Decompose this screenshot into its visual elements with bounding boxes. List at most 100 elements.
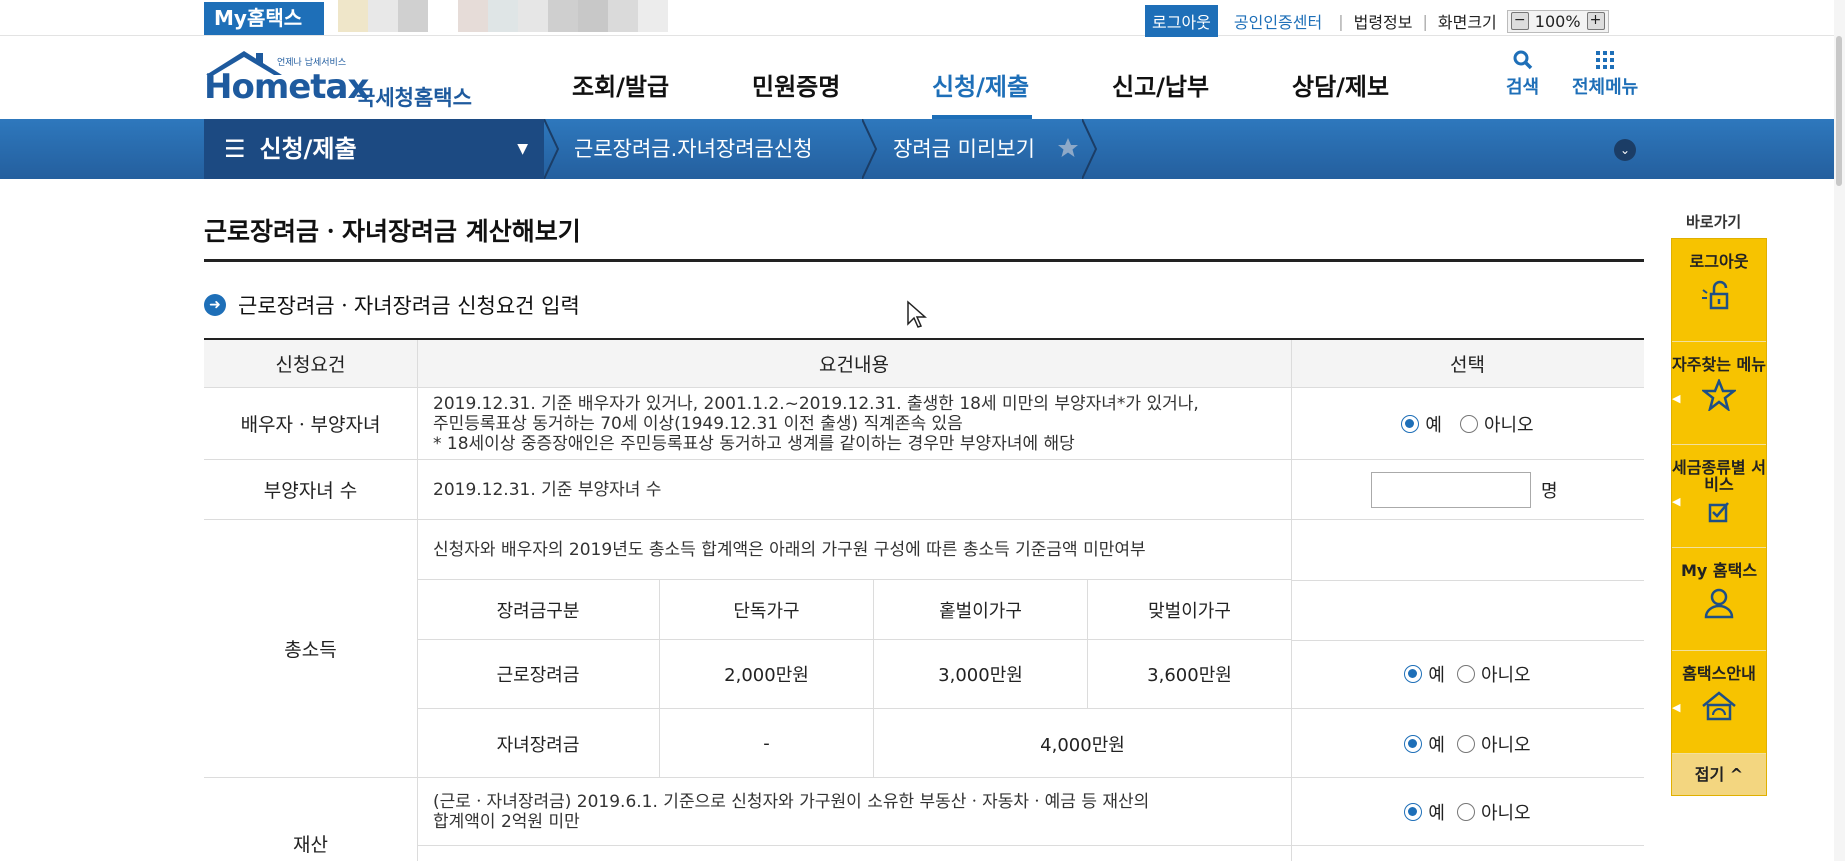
grid-icon: [1596, 51, 1615, 69]
arrow-left-icon: ◀: [1672, 495, 1681, 508]
cert-center-link[interactable]: 공인인증센터: [1228, 9, 1328, 33]
income-type-earned: 근로장려금: [417, 640, 659, 709]
logo-text: Hometax: [204, 67, 369, 107]
radio-label: 예: [1428, 665, 1445, 686]
quick-tax-services[interactable]: ◀ 세금종류별 서비스: [1672, 445, 1766, 548]
table-row-asset: 재산 (근로ㆍ자녀장려금) 2019.6.1. 기준으로 신청자와 가구원이 소…: [204, 778, 1644, 861]
my-hometax-link[interactable]: My홈택스: [204, 2, 324, 35]
breadcrumb-step2[interactable]: 장려금 미리보기: [893, 119, 1035, 179]
logout-button[interactable]: 로그아웃: [1145, 5, 1218, 37]
breadcrumb-step1[interactable]: 근로장려금.자녀장려금신청: [574, 119, 813, 179]
sub-header-one-earner: 홑벌이가구: [873, 580, 1087, 640]
row-divider: [1291, 580, 1644, 581]
income-earned-no-radio[interactable]: 아니오: [1456, 661, 1531, 687]
quick-logout-label: 로그아웃: [1689, 252, 1749, 271]
divider: |: [1338, 11, 1344, 31]
hometax-logo[interactable]: 언제나 납세서비스 Hometax 국세청홈택스: [204, 47, 484, 110]
site-header: 언제나 납세서비스 Hometax 국세청홈택스 조회/발급 민원증명 신청/제…: [0, 37, 1845, 119]
income-desc-text: 신청자와 배우자의 2019년도 총소득 합계액은 아래의 가구원 구성에 따른…: [433, 539, 1146, 560]
star-icon: [1702, 379, 1736, 411]
screen-size-label: 화면크기: [1437, 13, 1497, 32]
search-label: 검색: [1506, 77, 1540, 98]
asset-label: 재산: [204, 778, 417, 861]
radio-circle: [1404, 734, 1423, 753]
hamburger-icon: ☰: [224, 135, 246, 163]
radio-label: 예: [1428, 734, 1445, 756]
unlock-icon: [1702, 280, 1729, 310]
quick-fold-button[interactable]: 접기 ^: [1672, 754, 1766, 795]
spouse-desc-line3: * 18세이상 중증장애인은 주민등록표상 동거하고 생계를 같이하는 경우만 …: [433, 433, 1075, 454]
children-count-input[interactable]: [1371, 471, 1531, 508]
spouse-yes-radio[interactable]: 예: [1401, 411, 1442, 437]
asset-radio-group: 예 아니오: [1291, 778, 1644, 846]
table-row: 부양자녀 수 2019.12.31. 기준 부양자녀 수 명: [204, 460, 1644, 520]
nav-report-pay[interactable]: 신고/납부: [1112, 67, 1292, 119]
user-icon: [1704, 588, 1734, 619]
sub-header-single: 단독가구: [659, 580, 873, 640]
blurred-area: [338, 0, 668, 32]
zoom-control: − 100% +: [1506, 9, 1609, 33]
chevron-right-icon: [544, 119, 560, 179]
caret-down-icon: ▼: [517, 141, 528, 157]
all-menu-label: 전체메뉴: [1572, 77, 1639, 98]
nav-consult[interactable]: 상담/제보: [1292, 67, 1472, 119]
radio-label: 예: [1425, 414, 1442, 436]
expand-icon[interactable]: ⌄: [1614, 139, 1636, 161]
radio-circle: [1401, 414, 1420, 433]
quick-logout[interactable]: 로그아웃: [1672, 239, 1766, 342]
header-select: 선택: [1450, 354, 1485, 376]
scrollbar-thumb[interactable]: [1836, 36, 1842, 186]
children-count-group: 명: [1371, 460, 1631, 519]
children-desc-text: 2019.12.31. 기준 부양자녀 수: [433, 479, 662, 500]
all-menu-button[interactable]: 전체메뉴: [1572, 49, 1638, 99]
location-menu-dropdown[interactable]: ☰ 신청/제출 ▼: [204, 119, 544, 179]
asset-no-radio[interactable]: 아니오: [1456, 799, 1531, 825]
arrow-circle-icon: ➜: [204, 294, 226, 316]
star-icon[interactable]: [1057, 137, 1079, 159]
search-button[interactable]: 검색: [1506, 49, 1539, 99]
chevron-right-icon: [1082, 119, 1098, 179]
title-divider: [204, 259, 1644, 262]
radio-label: 아니오: [1480, 665, 1531, 686]
children-unit: 명: [1541, 480, 1558, 502]
income-child-yes-radio[interactable]: 예: [1404, 731, 1445, 757]
income-earned-yes-radio[interactable]: 예: [1404, 661, 1445, 687]
divider: |: [1422, 11, 1428, 31]
radio-circle: [1404, 802, 1423, 821]
asset-yes-radio[interactable]: 예: [1404, 799, 1445, 825]
radio-circle: [1459, 414, 1478, 433]
nav-apply-submit[interactable]: 신청/제출: [932, 67, 1112, 119]
main-nav: 조회/발급 민원증명 신청/제출 신고/납부 상담/제보: [572, 67, 1472, 119]
header-requirement: 신청요건: [275, 354, 346, 376]
income-type-child: 자녀장려금: [496, 734, 580, 756]
table-row-income: 총소득 신청자와 배우자의 2019년도 총소득 합계액은 아래의 가구원 구성…: [204, 520, 1644, 778]
quick-my-hometax-label: My 홈택스: [1680, 561, 1758, 580]
zoom-out-button[interactable]: −: [1510, 12, 1529, 30]
home-guide-icon: [1702, 691, 1736, 721]
asset-desc-line1: (근로ㆍ자녀장려금) 2019.6.1. 기준으로 신청자와 가구원이 소유한 …: [433, 791, 1150, 812]
zoom-in-button[interactable]: +: [1586, 12, 1605, 30]
sub-header-type: 장려금구분: [417, 580, 659, 640]
nav-inquiry[interactable]: 조회/발급: [572, 67, 752, 119]
quick-hometax-guide[interactable]: ◀ 홈택스안내: [1672, 651, 1766, 754]
arrow-left-icon: ◀: [1672, 701, 1681, 714]
table-header-row: 신청요건 요건내용 선택: [204, 340, 1644, 388]
radio-label: 예: [1428, 802, 1445, 824]
quick-tax-services-label: 세금종류별 서비스: [1672, 458, 1766, 494]
income-child-family: 4,000만원: [873, 709, 1291, 778]
nav-certificate[interactable]: 민원증명: [752, 67, 932, 119]
income-earned-single: 2,000만원: [659, 640, 873, 709]
income-child-single: -: [659, 709, 873, 778]
radio-circle: [1456, 802, 1475, 821]
quick-menu: 로그아웃 ◀ 자주찾는 메뉴 ◀ 세금종류별 서비스 My 홈택스 ◀ 홈택스안…: [1671, 238, 1767, 796]
quick-my-hometax[interactable]: My 홈택스: [1672, 548, 1766, 651]
sub-header-dual-earner: 맞벌이가구: [1087, 580, 1291, 640]
spouse-no-radio[interactable]: 아니오: [1459, 411, 1534, 437]
children-description: 2019.12.31. 기준 부양자녀 수: [417, 460, 1291, 519]
quick-favorites[interactable]: ◀ 자주찾는 메뉴: [1672, 342, 1766, 445]
chevron-right-icon: [862, 119, 878, 179]
asset-desc-line2: 합계액이 2억원 미만: [433, 811, 580, 832]
income-label: 총소득: [204, 520, 417, 777]
law-info-link[interactable]: 법령정보: [1354, 9, 1413, 33]
income-child-no-radio[interactable]: 아니오: [1456, 731, 1531, 757]
